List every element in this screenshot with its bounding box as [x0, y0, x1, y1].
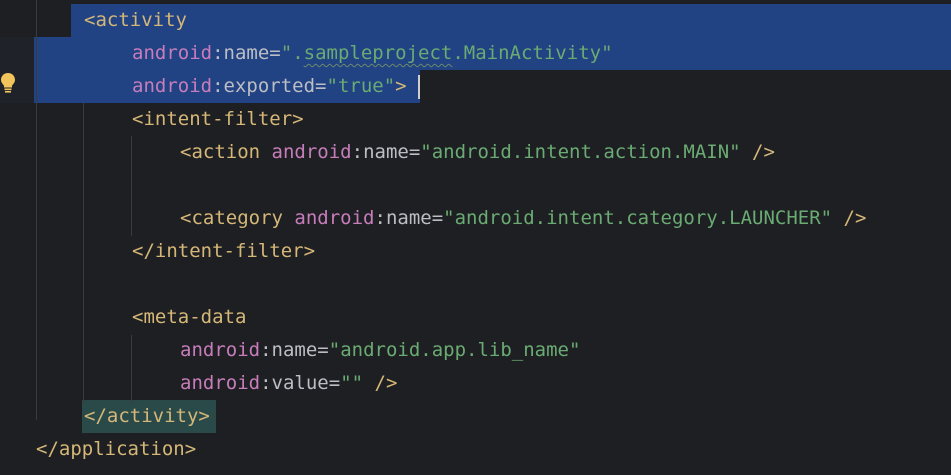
code-line[interactable]: <meta-data — [132, 301, 246, 334]
tag-name: meta-data — [143, 306, 247, 328]
tag-name: intent-filter — [154, 240, 304, 262]
indent-guide — [131, 335, 132, 403]
attribute-namespace: android — [180, 372, 261, 394]
code-line[interactable]: <category android:name="android.intent.c… — [180, 202, 866, 235]
attribute-namespace: android — [132, 75, 213, 97]
attribute-name: name — [363, 141, 409, 163]
typo-warning-underline[interactable]: sampleproject — [304, 42, 453, 64]
attribute-name: name — [223, 42, 270, 64]
equals: = — [317, 339, 329, 361]
equals: = — [269, 42, 281, 64]
colon: : — [212, 42, 224, 64]
tag-self-close: /> — [832, 207, 867, 229]
tag-name: intent-filter — [143, 108, 293, 130]
attribute-name: name — [271, 339, 318, 361]
attribute-name: exported — [223, 75, 316, 97]
tag-name: application — [58, 438, 185, 460]
tag-name: activity — [95, 9, 187, 31]
tag-close-bracket: > — [395, 75, 407, 97]
attribute-name: name — [385, 207, 432, 229]
tag-close-bracket: > — [292, 108, 304, 130]
code-editor[interactable]: <activity android:name=".sampleproject.M… — [0, 0, 951, 475]
indent-guide — [131, 136, 132, 236]
code-line[interactable]: <action android:name="android.intent.act… — [180, 136, 775, 169]
attribute-value: "" — [340, 372, 364, 394]
tag-open-bracket: < — [84, 9, 96, 31]
code-line[interactable]: </intent-filter> — [132, 235, 315, 268]
attribute-namespace: android — [132, 42, 213, 64]
colon: : — [351, 141, 364, 163]
tag-name: activity — [106, 405, 199, 427]
tag-close-bracket: > — [198, 405, 210, 427]
equals: = — [431, 207, 444, 229]
equals: = — [408, 141, 421, 163]
tag-open-bracket: </ — [132, 240, 155, 262]
code-line[interactable]: </activity> — [84, 400, 210, 433]
code-line[interactable]: android:name="android.app.lib_name" — [180, 334, 580, 367]
indent-guide — [83, 103, 84, 403]
equals: = — [328, 372, 341, 394]
attribute-namespace: android — [294, 207, 375, 229]
colon: : — [260, 372, 272, 394]
lightbulb-icon[interactable] — [0, 72, 16, 94]
code-line[interactable]: android:value="" /> — [180, 367, 397, 400]
tag-open-bracket: </ — [36, 438, 59, 460]
tag-open-bracket: < — [132, 306, 144, 328]
tag-open-bracket: < — [132, 108, 144, 130]
code-line[interactable]: android:name=".sampleproject.MainActivit… — [132, 37, 613, 70]
code-line[interactable]: </application> — [36, 433, 196, 466]
tag-open-bracket: < — [180, 207, 192, 229]
tag-open-bracket: </ — [84, 405, 107, 427]
attribute-value: "android.app.lib_name" — [328, 339, 581, 361]
attribute-namespace: android — [271, 141, 352, 163]
attribute-value: "android.intent.category.LAUNCHER" — [443, 207, 833, 229]
colon: : — [260, 339, 272, 361]
tag-name: category — [191, 207, 283, 229]
code-line[interactable]: <intent-filter> — [132, 103, 304, 136]
attribute-value: "android.intent.action.MAIN" — [420, 141, 741, 163]
colon: : — [212, 75, 224, 97]
text-caret — [418, 75, 420, 99]
attribute-value: "true" — [326, 75, 396, 97]
code-line[interactable]: android:exported="true"> — [132, 70, 407, 103]
colon: : — [374, 207, 386, 229]
equals: = — [315, 75, 327, 97]
attribute-name: value — [271, 372, 329, 394]
selection-line-1 — [71, 4, 951, 37]
tag-open-bracket: < — [180, 141, 192, 163]
tag-close-bracket: > — [303, 240, 316, 262]
tag-name: action — [191, 141, 261, 163]
tag-close-bracket: > — [184, 438, 197, 460]
code-line[interactable]: <activity — [84, 4, 187, 37]
tag-self-close: /> — [740, 141, 775, 163]
attribute-namespace: android — [180, 339, 261, 361]
indent-guide — [36, 0, 37, 420]
attribute-value: ".sampleproject.MainActivity" — [280, 42, 613, 64]
tag-self-close: /> — [363, 372, 398, 394]
